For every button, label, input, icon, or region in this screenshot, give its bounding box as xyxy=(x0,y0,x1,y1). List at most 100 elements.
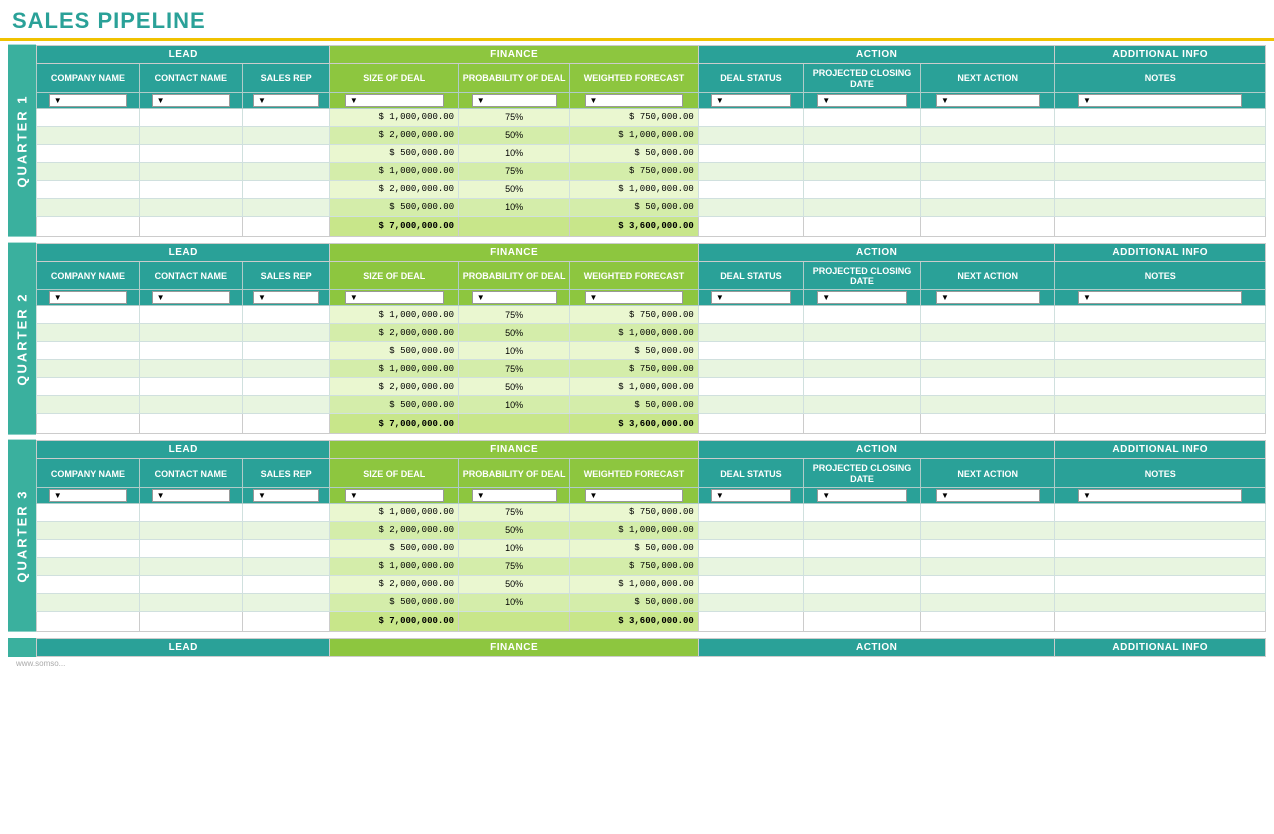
company-name-col: COMPANY NAME xyxy=(37,64,140,93)
prob-filter-btn[interactable]: ▼ xyxy=(472,94,557,107)
q1-total-row: $ 7,000,000.00 $ 3,600,000.00 xyxy=(37,216,1266,236)
bottom-lead-header: LEAD xyxy=(37,638,330,656)
weighted-forecast-col: WEIGHTED FORECAST xyxy=(570,64,699,93)
bottom-additional-header: ADDITIONAL INFO xyxy=(1055,638,1266,656)
main-title: SALES PIPELINE xyxy=(12,8,1262,34)
q3-company-col: COMPANY NAME xyxy=(37,459,140,488)
q2-row-4: $ 1,000,000.00 75% $ 750,000.00 xyxy=(37,360,1266,378)
q2-salesrep-col: SALES REP xyxy=(242,261,330,290)
bottom-quarter-spacer xyxy=(8,638,36,657)
q1-col-header: COMPANY NAME CONTACT NAME SALES REP SIZE… xyxy=(37,64,1266,93)
status-filter-btn[interactable]: ▼ xyxy=(711,94,791,107)
q2-weighted-col: WEIGHTED FORECAST xyxy=(570,261,699,290)
q2-close-date-filter[interactable]: ▼ xyxy=(817,291,907,304)
q3-row-6: $ 500,000.00 10% $ 50,000.00 xyxy=(37,593,1266,611)
q3-finance-header: FINANCE xyxy=(330,441,698,459)
watermark: www.somso... xyxy=(8,657,1266,670)
salesrep-filter-btn[interactable]: ▼ xyxy=(253,94,319,107)
q2-total-row: $ 7,000,000.00 $ 3,600,000.00 xyxy=(37,414,1266,434)
q2-status-col: DEAL STATUS xyxy=(698,261,803,290)
q3-filter-row: ▼ ▼ ▼ ▼ ▼ ▼ ▼ ▼ ▼ ▼ xyxy=(37,487,1266,503)
sales-rep-col: SALES REP xyxy=(242,64,330,93)
quarter-1-block: QUARTER 1 LEAD F xyxy=(8,45,1266,237)
quarter-1-label: QUARTER 1 xyxy=(8,45,36,237)
finance-header: FINANCE xyxy=(330,46,698,64)
q1-row-5: $ 2,000,000.00 50% $ 1,000,000.00 xyxy=(37,180,1266,198)
deal-size-filter-btn[interactable]: ▼ xyxy=(345,94,444,107)
prob-deal-col: PROBABILITY OF DEAL xyxy=(459,64,570,93)
q3-row-3: $ 500,000.00 10% $ 50,000.00 xyxy=(37,539,1266,557)
quarter-3-label: QUARTER 3 xyxy=(8,440,36,632)
q3-weighted-filter[interactable]: ▼ xyxy=(585,489,684,502)
q2-lead-header: LEAD xyxy=(37,243,330,261)
q2-company-filter[interactable]: ▼ xyxy=(49,291,127,304)
q3-row-4: $ 1,000,000.00 75% $ 750,000.00 xyxy=(37,557,1266,575)
q2-row-2: $ 2,000,000.00 50% $ 1,000,000.00 xyxy=(37,324,1266,342)
q3-contact-col: CONTACT NAME xyxy=(139,459,242,488)
deal-status-col: DEAL STATUS xyxy=(698,64,803,93)
q3-prob-filter[interactable]: ▼ xyxy=(472,489,557,502)
action-header: ACTION xyxy=(698,46,1055,64)
q3-row-5: $ 2,000,000.00 50% $ 1,000,000.00 xyxy=(37,575,1266,593)
lead-header: LEAD xyxy=(37,46,330,64)
proj-close-col: PROJECTED CLOSING DATE xyxy=(804,64,921,93)
q3-notes-filter[interactable]: ▼ xyxy=(1078,489,1242,502)
company-filter-btn[interactable]: ▼ xyxy=(49,94,127,107)
q3-weighted-col: WEIGHTED FORECAST xyxy=(570,459,699,488)
q3-action-header: ACTION xyxy=(698,441,1055,459)
quarter-2-label: QUARTER 2 xyxy=(8,243,36,435)
q2-status-filter[interactable]: ▼ xyxy=(711,291,791,304)
q2-col-header: COMPANY NAME CONTACT NAME SALES REP SIZE… xyxy=(37,261,1266,290)
additional-header: ADDITIONAL INFO xyxy=(1055,46,1266,64)
notes-col: NOTES xyxy=(1055,64,1266,93)
q2-contact-filter[interactable]: ▼ xyxy=(152,291,230,304)
q3-close-date-filter[interactable]: ▼ xyxy=(817,489,907,502)
q3-next-action-filter[interactable]: ▼ xyxy=(936,489,1040,502)
q1-row-3: $ 500,000.00 10% $ 50,000.00 xyxy=(37,144,1266,162)
q1-row-1: $ 1,000,000.00 75% $ 750,000.00 xyxy=(37,108,1266,126)
q2-next-action-filter[interactable]: ▼ xyxy=(936,291,1040,304)
bottom-section-header-row: LEAD FINANCE ACTION ADDITIONAL INFO xyxy=(37,638,1266,656)
q2-notes-filter[interactable]: ▼ xyxy=(1078,291,1242,304)
contact-name-col: CONTACT NAME xyxy=(139,64,242,93)
notes-filter-btn[interactable]: ▼ xyxy=(1078,94,1242,107)
q2-next-action-col: NEXT ACTION xyxy=(920,261,1055,290)
q3-total-row: $ 7,000,000.00 $ 3,600,000.00 xyxy=(37,611,1266,631)
q2-additional-header: ADDITIONAL INFO xyxy=(1055,243,1266,261)
q2-weighted-filter[interactable]: ▼ xyxy=(585,291,684,304)
q3-deal-size-col: SIZE OF DEAL xyxy=(330,459,459,488)
q3-lead-header: LEAD xyxy=(37,441,330,459)
q2-prob-filter[interactable]: ▼ xyxy=(472,291,557,304)
q2-contact-col: CONTACT NAME xyxy=(139,261,242,290)
q3-contact-filter[interactable]: ▼ xyxy=(152,489,230,502)
quarter-2-block: QUARTER 2 LEAD FINANCE ACTION ADDITIONAL… xyxy=(8,243,1266,435)
q2-row-3: $ 500,000.00 10% $ 50,000.00 xyxy=(37,342,1266,360)
q3-section-header: LEAD FINANCE ACTION ADDITIONAL INFO xyxy=(37,441,1266,459)
weighted-filter-btn[interactable]: ▼ xyxy=(585,94,684,107)
q3-deal-size-filter[interactable]: ▼ xyxy=(345,489,444,502)
bottom-action-header: ACTION xyxy=(698,638,1055,656)
q2-filter-row: ▼ ▼ ▼ ▼ ▼ ▼ ▼ ▼ ▼ ▼ xyxy=(37,290,1266,306)
q2-row-5: $ 2,000,000.00 50% $ 1,000,000.00 xyxy=(37,378,1266,396)
next-action-col: NEXT ACTION xyxy=(920,64,1055,93)
q2-proj-close-col: PROJECTED CLOSING DATE xyxy=(804,261,921,290)
q1-section-header: LEAD FINANCE ACTION ADDITIONAL INFO xyxy=(37,46,1266,64)
q3-col-header: COMPANY NAME CONTACT NAME SALES REP SIZE… xyxy=(37,459,1266,488)
next-action-filter-btn[interactable]: ▼ xyxy=(936,94,1040,107)
q3-company-filter[interactable]: ▼ xyxy=(49,489,127,502)
q1-filter-row: ▼ ▼ ▼ ▼ ▼ ▼ ▼ ▼ ▼ ▼ xyxy=(37,92,1266,108)
close-date-filter-btn[interactable]: ▼ xyxy=(817,94,907,107)
q3-notes-col: NOTES xyxy=(1055,459,1266,488)
q2-salesrep-filter[interactable]: ▼ xyxy=(253,291,319,304)
q3-status-col: DEAL STATUS xyxy=(698,459,803,488)
q3-salesrep-filter[interactable]: ▼ xyxy=(253,489,319,502)
q2-row-6: $ 500,000.00 10% $ 50,000.00 xyxy=(37,396,1266,414)
contact-filter-btn[interactable]: ▼ xyxy=(152,94,230,107)
q2-deal-size-filter[interactable]: ▼ xyxy=(345,291,444,304)
q3-additional-header: ADDITIONAL INFO xyxy=(1055,441,1266,459)
q1-row-6: $ 500,000.00 10% $ 50,000.00 xyxy=(37,198,1266,216)
quarter-3-block: QUARTER 3 LEAD FINANCE ACTION ADDITIONAL… xyxy=(8,440,1266,632)
q3-status-filter[interactable]: ▼ xyxy=(711,489,791,502)
q3-prob-col: PROBABILITY OF DEAL xyxy=(459,459,570,488)
bottom-finance-header: FINANCE xyxy=(330,638,698,656)
